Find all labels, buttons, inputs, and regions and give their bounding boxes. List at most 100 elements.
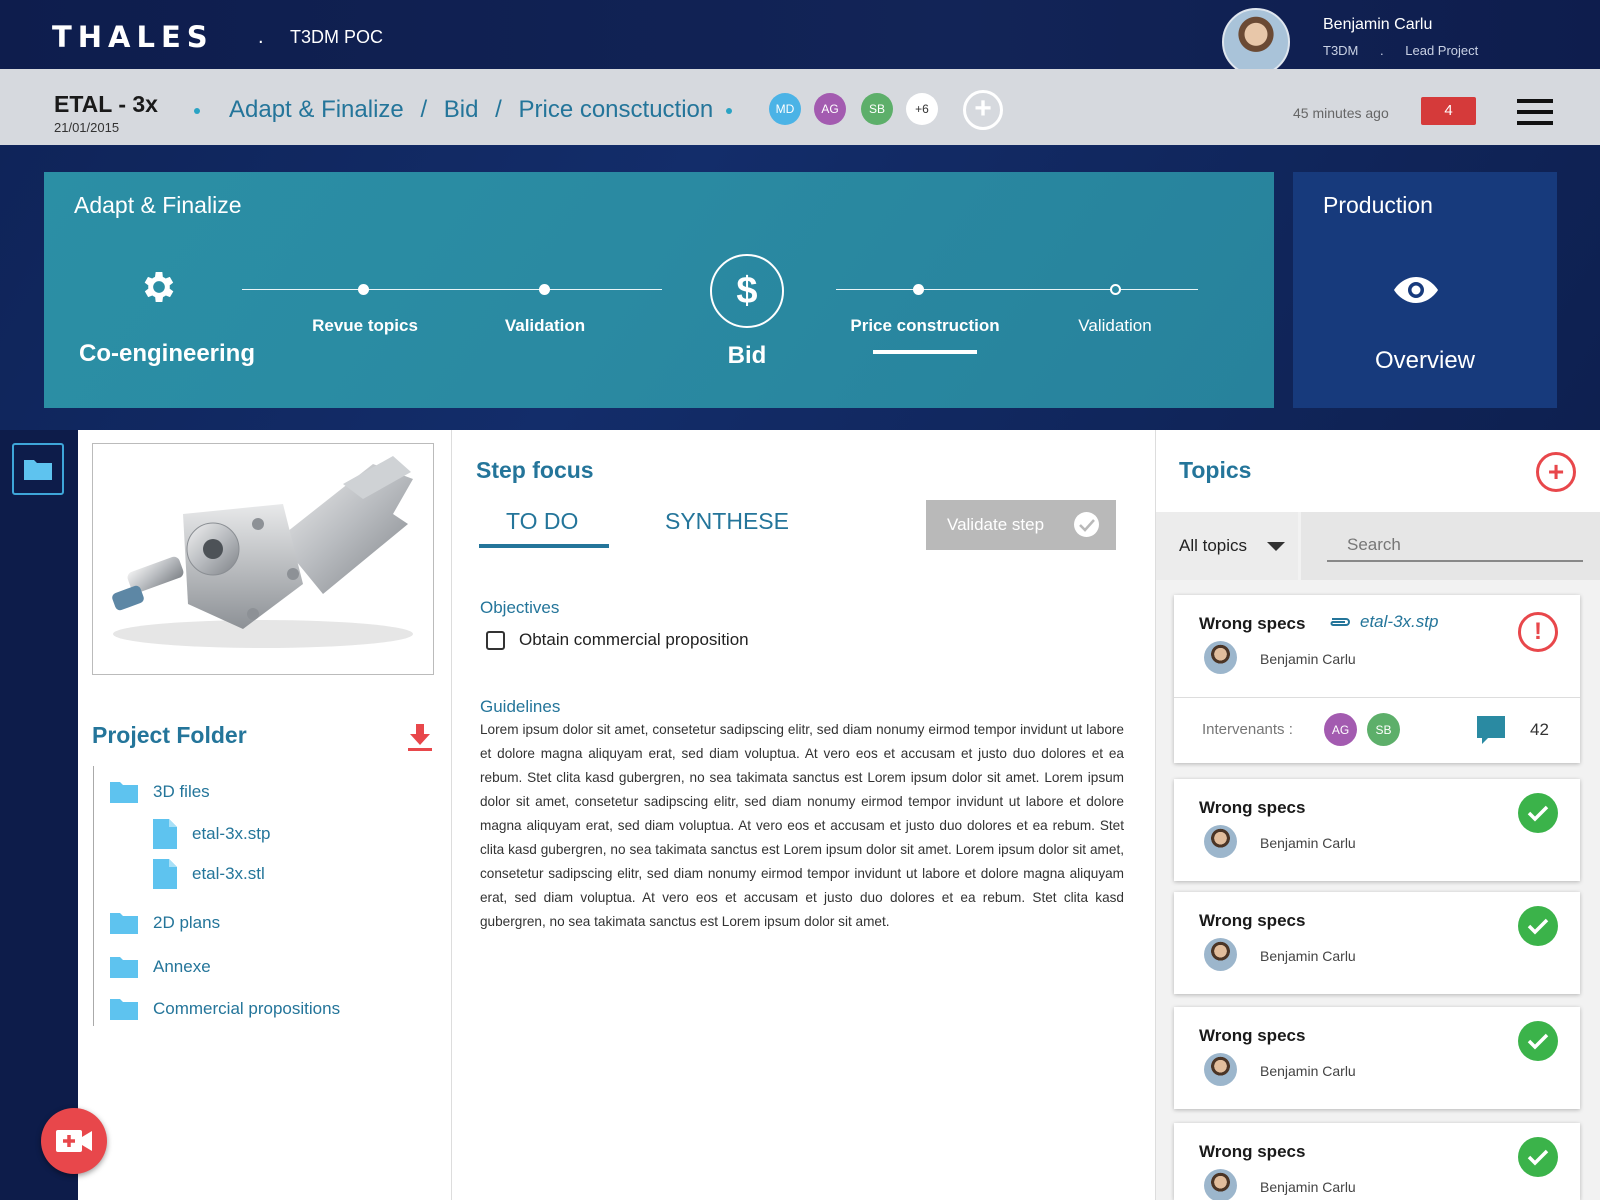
user-name[interactable]: Benjamin Carlu bbox=[1323, 16, 1432, 34]
comment-icon[interactable] bbox=[1476, 715, 1506, 745]
intervenant-avatar-ag[interactable]: AG bbox=[1324, 713, 1357, 746]
production-panel[interactable]: Production Overview bbox=[1293, 172, 1557, 408]
file-etal-stl[interactable]: etal-3x.stl bbox=[152, 858, 265, 890]
attachment-link[interactable]: etal-3x.stp bbox=[1326, 612, 1438, 632]
top-bar: THALES . T3DM POC Benjamin Carlu T3DM . … bbox=[0, 0, 1600, 76]
step-node-revue-topics[interactable] bbox=[358, 284, 369, 295]
topic-card[interactable]: Wrong specs Benjamin Carlu bbox=[1174, 1123, 1580, 1200]
topics-title: Topics bbox=[1179, 457, 1252, 483]
objective-item[interactable]: Obtain commercial proposition bbox=[486, 630, 749, 650]
user-role: Lead Project bbox=[1405, 43, 1479, 58]
topic-card[interactable]: Wrong specs Benjamin Carlu bbox=[1174, 779, 1580, 881]
part-render-image bbox=[112, 456, 413, 648]
topic-title: Wrong specs bbox=[1199, 911, 1306, 930]
topic-card[interactable]: Wrong specs Benjamin Carlu bbox=[1174, 892, 1580, 994]
add-topic-button[interactable]: + bbox=[1536, 452, 1576, 492]
intervenant-avatar-sb[interactable]: SB bbox=[1367, 713, 1400, 746]
separator-dot bbox=[194, 108, 200, 114]
project-date: 21/01/2015 bbox=[54, 120, 120, 135]
topic-author: Benjamin Carlu bbox=[1260, 835, 1356, 851]
active-tab-underline bbox=[479, 544, 609, 548]
validate-step-button[interactable]: Validate step bbox=[926, 500, 1116, 550]
validate-step-label: Validate step bbox=[947, 515, 1045, 534]
objective-checkbox[interactable] bbox=[486, 630, 505, 650]
folder-icon bbox=[110, 957, 138, 978]
folder-2d-plans[interactable]: 2D plans bbox=[109, 911, 220, 935]
bid-label[interactable]: Bid bbox=[697, 342, 797, 370]
gear-icon[interactable] bbox=[139, 267, 179, 307]
folder-commercial-propositions[interactable]: Commercial propositions bbox=[109, 997, 340, 1021]
step-validation[interactable]: Validation bbox=[480, 316, 610, 336]
folder-label: Commercial propositions bbox=[153, 999, 341, 1018]
step-node-validation-pending[interactable] bbox=[1110, 284, 1121, 295]
thales-logo[interactable]: THALES bbox=[52, 20, 214, 54]
check-circle-icon bbox=[1518, 1021, 1558, 1061]
eye-icon[interactable] bbox=[1393, 275, 1439, 305]
notification-badge[interactable]: 4 bbox=[1421, 97, 1476, 125]
hamburger-menu-icon[interactable] bbox=[1517, 99, 1553, 125]
tab-synthese[interactable]: SYNTHESE bbox=[665, 508, 789, 535]
folder-icon bbox=[110, 913, 138, 934]
search-input[interactable] bbox=[1327, 530, 1583, 562]
step-focus-column: Step focus TO DO SYNTHESE Validate step … bbox=[452, 430, 1156, 1200]
topic-title: Wrong specs bbox=[1199, 798, 1306, 817]
file-icon bbox=[153, 859, 177, 889]
user-meta-dot: . bbox=[1380, 43, 1384, 58]
step-focus-title: Step focus bbox=[476, 457, 594, 483]
folder-annexe[interactable]: Annexe bbox=[109, 955, 211, 979]
step-validation-pending[interactable]: Validation bbox=[1050, 316, 1180, 336]
topic-card[interactable]: Wrong specs Benjamin Carlu bbox=[1174, 1007, 1580, 1109]
overview-label[interactable]: Overview bbox=[1293, 347, 1557, 375]
member-avatar-sb[interactable]: SB bbox=[861, 93, 893, 125]
download-icon[interactable] bbox=[408, 722, 432, 752]
crumb-adapt-finalize[interactable]: Adapt & Finalize bbox=[229, 96, 404, 123]
step-revue-topics[interactable]: Revue topics bbox=[300, 316, 430, 336]
member-avatar-ag[interactable]: AG bbox=[814, 93, 846, 125]
dollar-icon[interactable]: $ bbox=[710, 254, 784, 328]
chevron-down-icon bbox=[1267, 541, 1286, 551]
crumb-price-construction[interactable]: Price consctuction bbox=[518, 96, 713, 123]
folder-3d-files[interactable]: 3D files bbox=[109, 780, 210, 804]
check-icon bbox=[1074, 512, 1099, 537]
separator-dot bbox=[726, 108, 732, 114]
file-label: etal-3x.stp bbox=[192, 824, 271, 843]
folder-nav-button[interactable] bbox=[12, 443, 64, 495]
paperclip-icon bbox=[1330, 618, 1350, 626]
crumb-bid[interactable]: Bid bbox=[444, 96, 479, 123]
tab-to-do[interactable]: TO DO bbox=[506, 508, 578, 535]
author-avatar bbox=[1204, 938, 1237, 971]
author-avatar bbox=[1204, 1169, 1237, 1200]
topic-title: Wrong specs bbox=[1199, 614, 1306, 633]
tree-guide-line bbox=[93, 766, 94, 1026]
add-member-button[interactable]: + bbox=[963, 90, 1003, 130]
folder-icon bbox=[110, 782, 138, 803]
project-title: ETAL - 3x bbox=[54, 91, 158, 117]
folder-label: 3D files bbox=[153, 782, 210, 801]
topic-card[interactable]: Wrong specs etal-3x.stp ! Benjamin Carlu… bbox=[1174, 595, 1580, 763]
step-node-validation[interactable] bbox=[539, 284, 550, 295]
project-folder-title: Project Folder bbox=[92, 722, 247, 748]
filter-value: All topics bbox=[1179, 536, 1248, 555]
topics-header: Topics + bbox=[1156, 430, 1600, 512]
production-title: Production bbox=[1323, 192, 1433, 218]
more-members-chip[interactable]: +6 bbox=[906, 93, 938, 125]
product-image[interactable] bbox=[92, 443, 434, 675]
left-rail bbox=[0, 430, 78, 1200]
topics-filter-dropdown[interactable]: All topics bbox=[1156, 512, 1298, 580]
member-avatar-md[interactable]: MD bbox=[769, 93, 801, 125]
file-icon bbox=[153, 819, 177, 849]
video-call-button[interactable] bbox=[41, 1108, 107, 1174]
progress-track bbox=[836, 289, 1198, 290]
co-engineering-label[interactable]: Co-engineering bbox=[79, 340, 255, 368]
author-avatar bbox=[1204, 1053, 1237, 1086]
check-circle-icon bbox=[1518, 1137, 1558, 1177]
user-avatar[interactable] bbox=[1222, 8, 1290, 76]
step-price-construction[interactable]: Price construction bbox=[845, 316, 1005, 336]
phase-panel: Adapt & Finalize Co-engineering Revue to… bbox=[44, 172, 1274, 408]
file-etal-stp[interactable]: etal-3x.stp bbox=[152, 818, 270, 850]
project-bar: ETAL - 3x 21/01/2015 Adapt & Finalize / … bbox=[0, 69, 1600, 145]
user-org: T3DM bbox=[1323, 43, 1359, 58]
step-node-price-construction[interactable] bbox=[913, 284, 924, 295]
active-step-underline bbox=[873, 350, 977, 354]
intervenants-label: Intervenants : bbox=[1202, 721, 1293, 738]
